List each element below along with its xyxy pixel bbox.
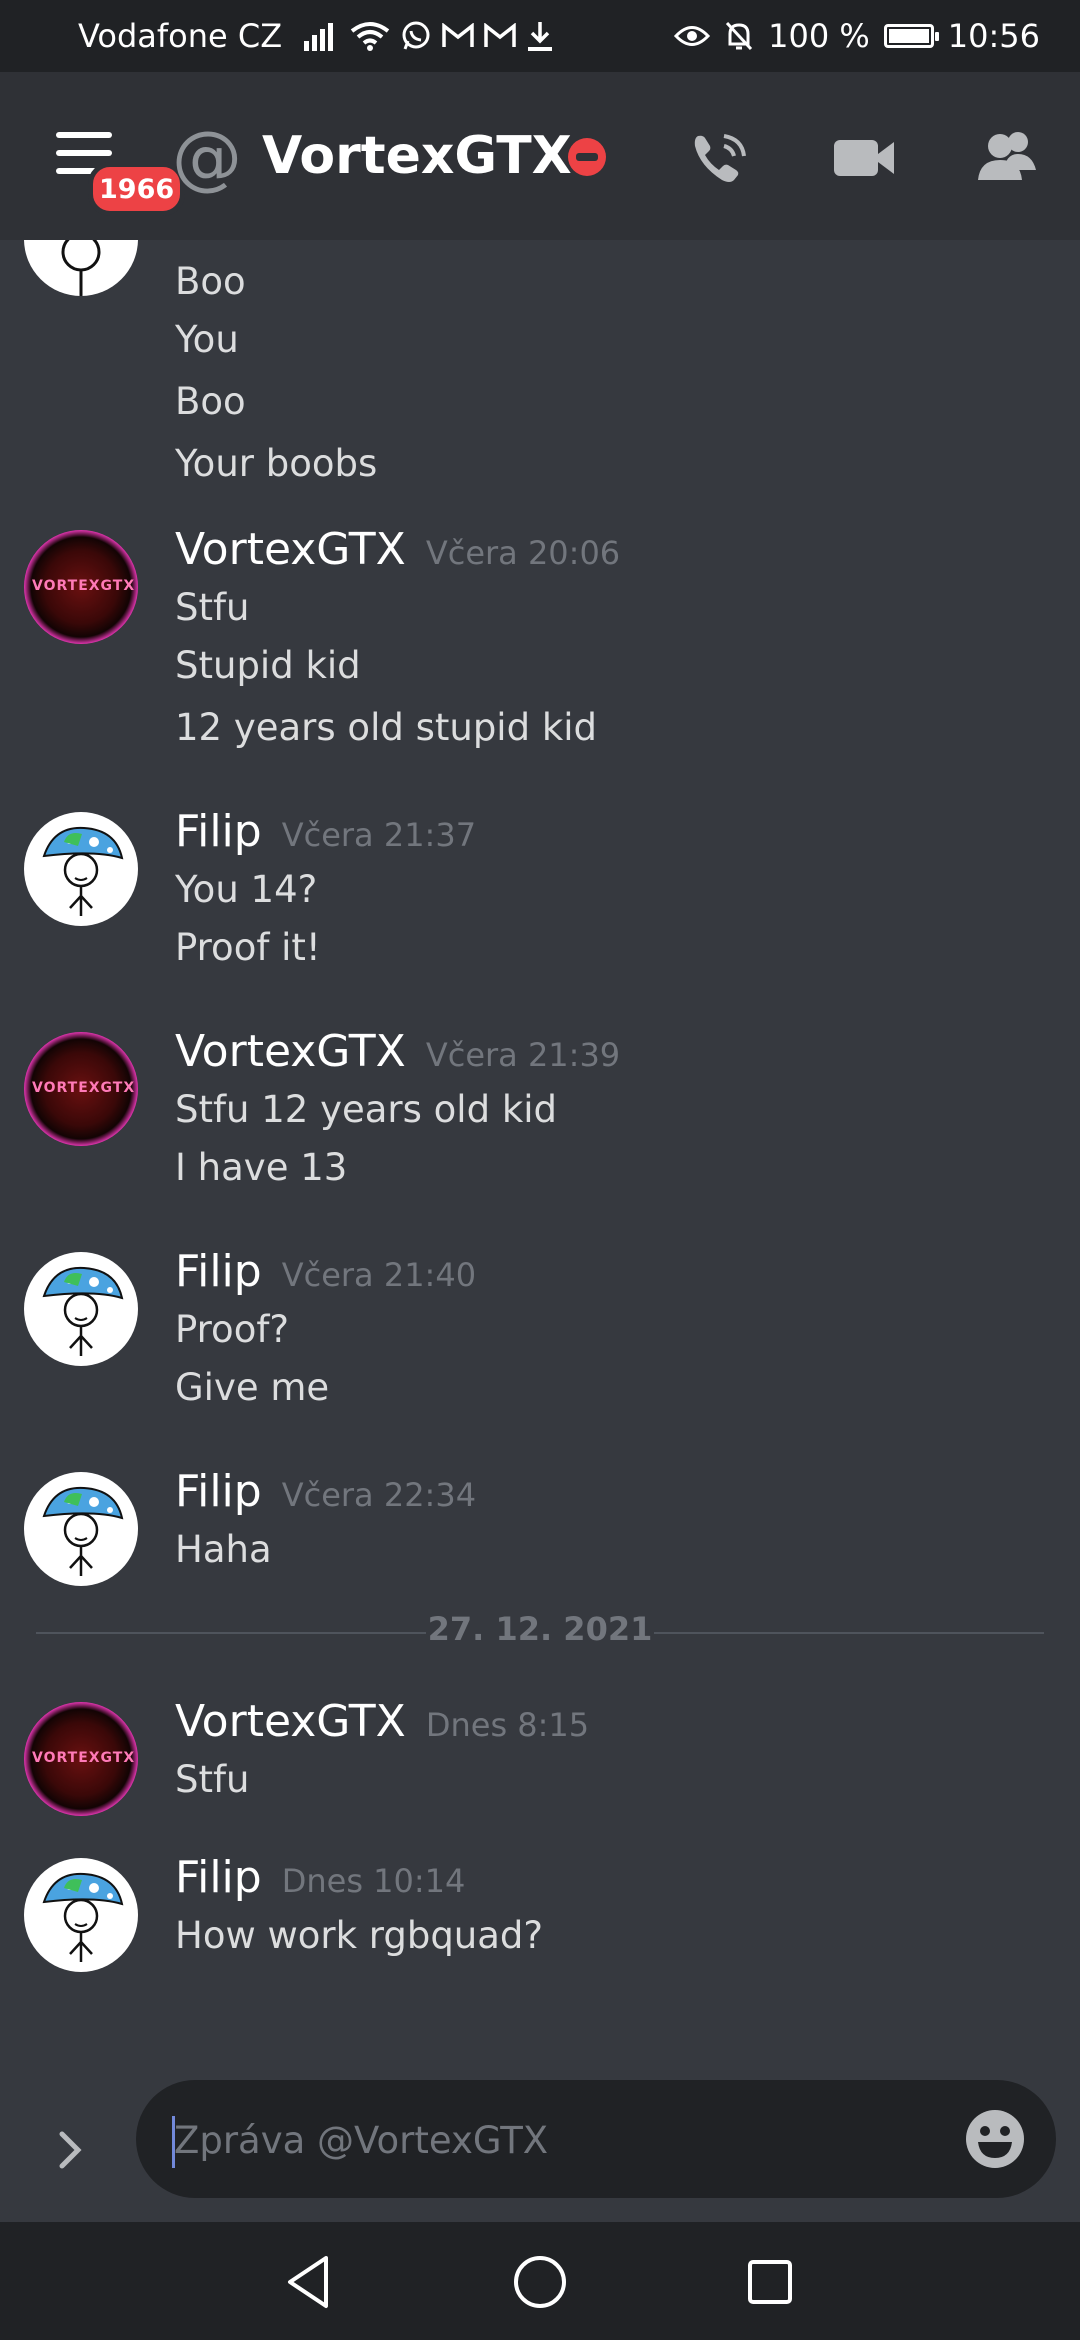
home-circle-icon: [514, 2256, 566, 2308]
avatar[interactable]: [24, 1858, 138, 1972]
date-divider: 27. 12. 2021: [36, 1610, 1044, 1648]
message-timestamp: Včera 21:37: [281, 816, 477, 854]
message-author[interactable]: VortexGTX Včera 20:06: [175, 524, 620, 575]
message-text: Boo: [175, 260, 246, 303]
message-list[interactable]: Boo You Boo Your boobs VORTEXGTX VortexG…: [0, 240, 1080, 2070]
channel-header: 1966 @ VortexGTX: [0, 72, 1080, 240]
message-input[interactable]: [172, 2106, 916, 2174]
message-text: Boo: [175, 380, 246, 423]
message-timestamp: Včera 20:06: [425, 534, 621, 572]
call-button[interactable]: [686, 126, 756, 190]
message-text: Your boobs: [175, 442, 378, 485]
members-button[interactable]: [972, 126, 1042, 190]
message-author[interactable]: VortexGTX Dnes 8:15: [175, 1696, 589, 1747]
status-bar: Vodafone CZ 100 % 10:56: [0, 0, 1080, 72]
avatar[interactable]: VORTEXGTX: [24, 1032, 138, 1146]
message-timestamp: Včera 21:40: [281, 1256, 477, 1294]
avatar[interactable]: [24, 240, 138, 296]
message-timestamp: Včera 21:39: [425, 1036, 621, 1074]
message-text: Stfu: [175, 1758, 250, 1801]
message-author[interactable]: VortexGTX Včera 21:39: [175, 1026, 620, 1077]
gmail-icon: [442, 23, 474, 49]
message-author[interactable]: Filip Dnes 10:14: [175, 1852, 465, 1903]
whatsapp-icon: [400, 20, 432, 52]
expand-actions-button[interactable]: [52, 2120, 92, 2180]
battery-percent: 100 %: [768, 17, 870, 55]
gmail-icon: [484, 23, 516, 49]
clock: 10:56: [947, 17, 1040, 55]
avatar-text: VORTEXGTX: [32, 1750, 136, 1766]
message-text: Stfu: [175, 586, 250, 629]
video-icon: [834, 140, 894, 176]
message-text: You: [175, 318, 239, 361]
recents-square-icon: [748, 2260, 792, 2304]
avatar[interactable]: VORTEXGTX: [24, 1702, 138, 1816]
call-icon: [694, 134, 746, 182]
signal-icon: [304, 21, 340, 51]
message-author[interactable]: Filip Včera 22:34: [175, 1466, 476, 1517]
bell-off-icon: [724, 20, 754, 52]
avatar-text: VORTEXGTX: [32, 1080, 136, 1096]
message-text: Proof it!: [175, 926, 321, 969]
back-triangle-icon: [288, 2256, 328, 2308]
message-text: Stupid kid: [175, 644, 361, 687]
message-text: Give me: [175, 1366, 330, 1409]
download-icon: [526, 20, 554, 52]
avatar[interactable]: [24, 1472, 138, 1586]
message-text: How work rgbquad?: [175, 1914, 544, 1957]
at-icon: @: [172, 116, 242, 198]
avatar[interactable]: [24, 1252, 138, 1366]
message-text: Stfu 12 years old kid: [175, 1088, 558, 1131]
message-text: You 14?: [175, 868, 318, 911]
message-author[interactable]: Filip Včera 21:37: [175, 806, 476, 857]
wifi-icon: [350, 21, 390, 51]
chevron-right-icon: [59, 2131, 82, 2169]
avatar[interactable]: [24, 812, 138, 926]
back-button[interactable]: [280, 2252, 340, 2312]
carrier-name: Vodafone CZ: [78, 17, 283, 55]
video-call-button[interactable]: [830, 126, 900, 190]
members-icon: [978, 132, 1036, 180]
smiley-icon: [966, 2110, 1024, 2168]
message-text: I have 13: [175, 1146, 348, 1189]
message-text: Proof?: [175, 1308, 289, 1351]
avatar[interactable]: VORTEXGTX: [24, 530, 138, 644]
message-text: Haha: [175, 1528, 272, 1571]
unread-badge: 1966: [88, 162, 186, 216]
message-composer: [136, 2080, 1056, 2198]
battery-icon: [883, 24, 939, 48]
avatar-text: VORTEXGTX: [32, 578, 136, 594]
message-text: 12 years old stupid kid: [175, 706, 598, 749]
date-divider-label: 27. 12. 2021: [427, 1610, 653, 1648]
page-title[interactable]: VortexGTX: [262, 126, 572, 186]
home-button[interactable]: [510, 2252, 570, 2312]
eye-icon: [674, 23, 711, 49]
system-nav-bar: [0, 2222, 1080, 2340]
message-timestamp: Dnes 10:14: [281, 1862, 466, 1900]
message-timestamp: Včera 22:34: [281, 1476, 477, 1514]
message-timestamp: Dnes 8:15: [425, 1706, 590, 1744]
dnd-status-icon: [568, 138, 606, 176]
message-author[interactable]: Filip Včera 21:40: [175, 1246, 476, 1297]
recents-button[interactable]: [740, 2252, 800, 2312]
emoji-button[interactable]: [964, 2108, 1026, 2170]
